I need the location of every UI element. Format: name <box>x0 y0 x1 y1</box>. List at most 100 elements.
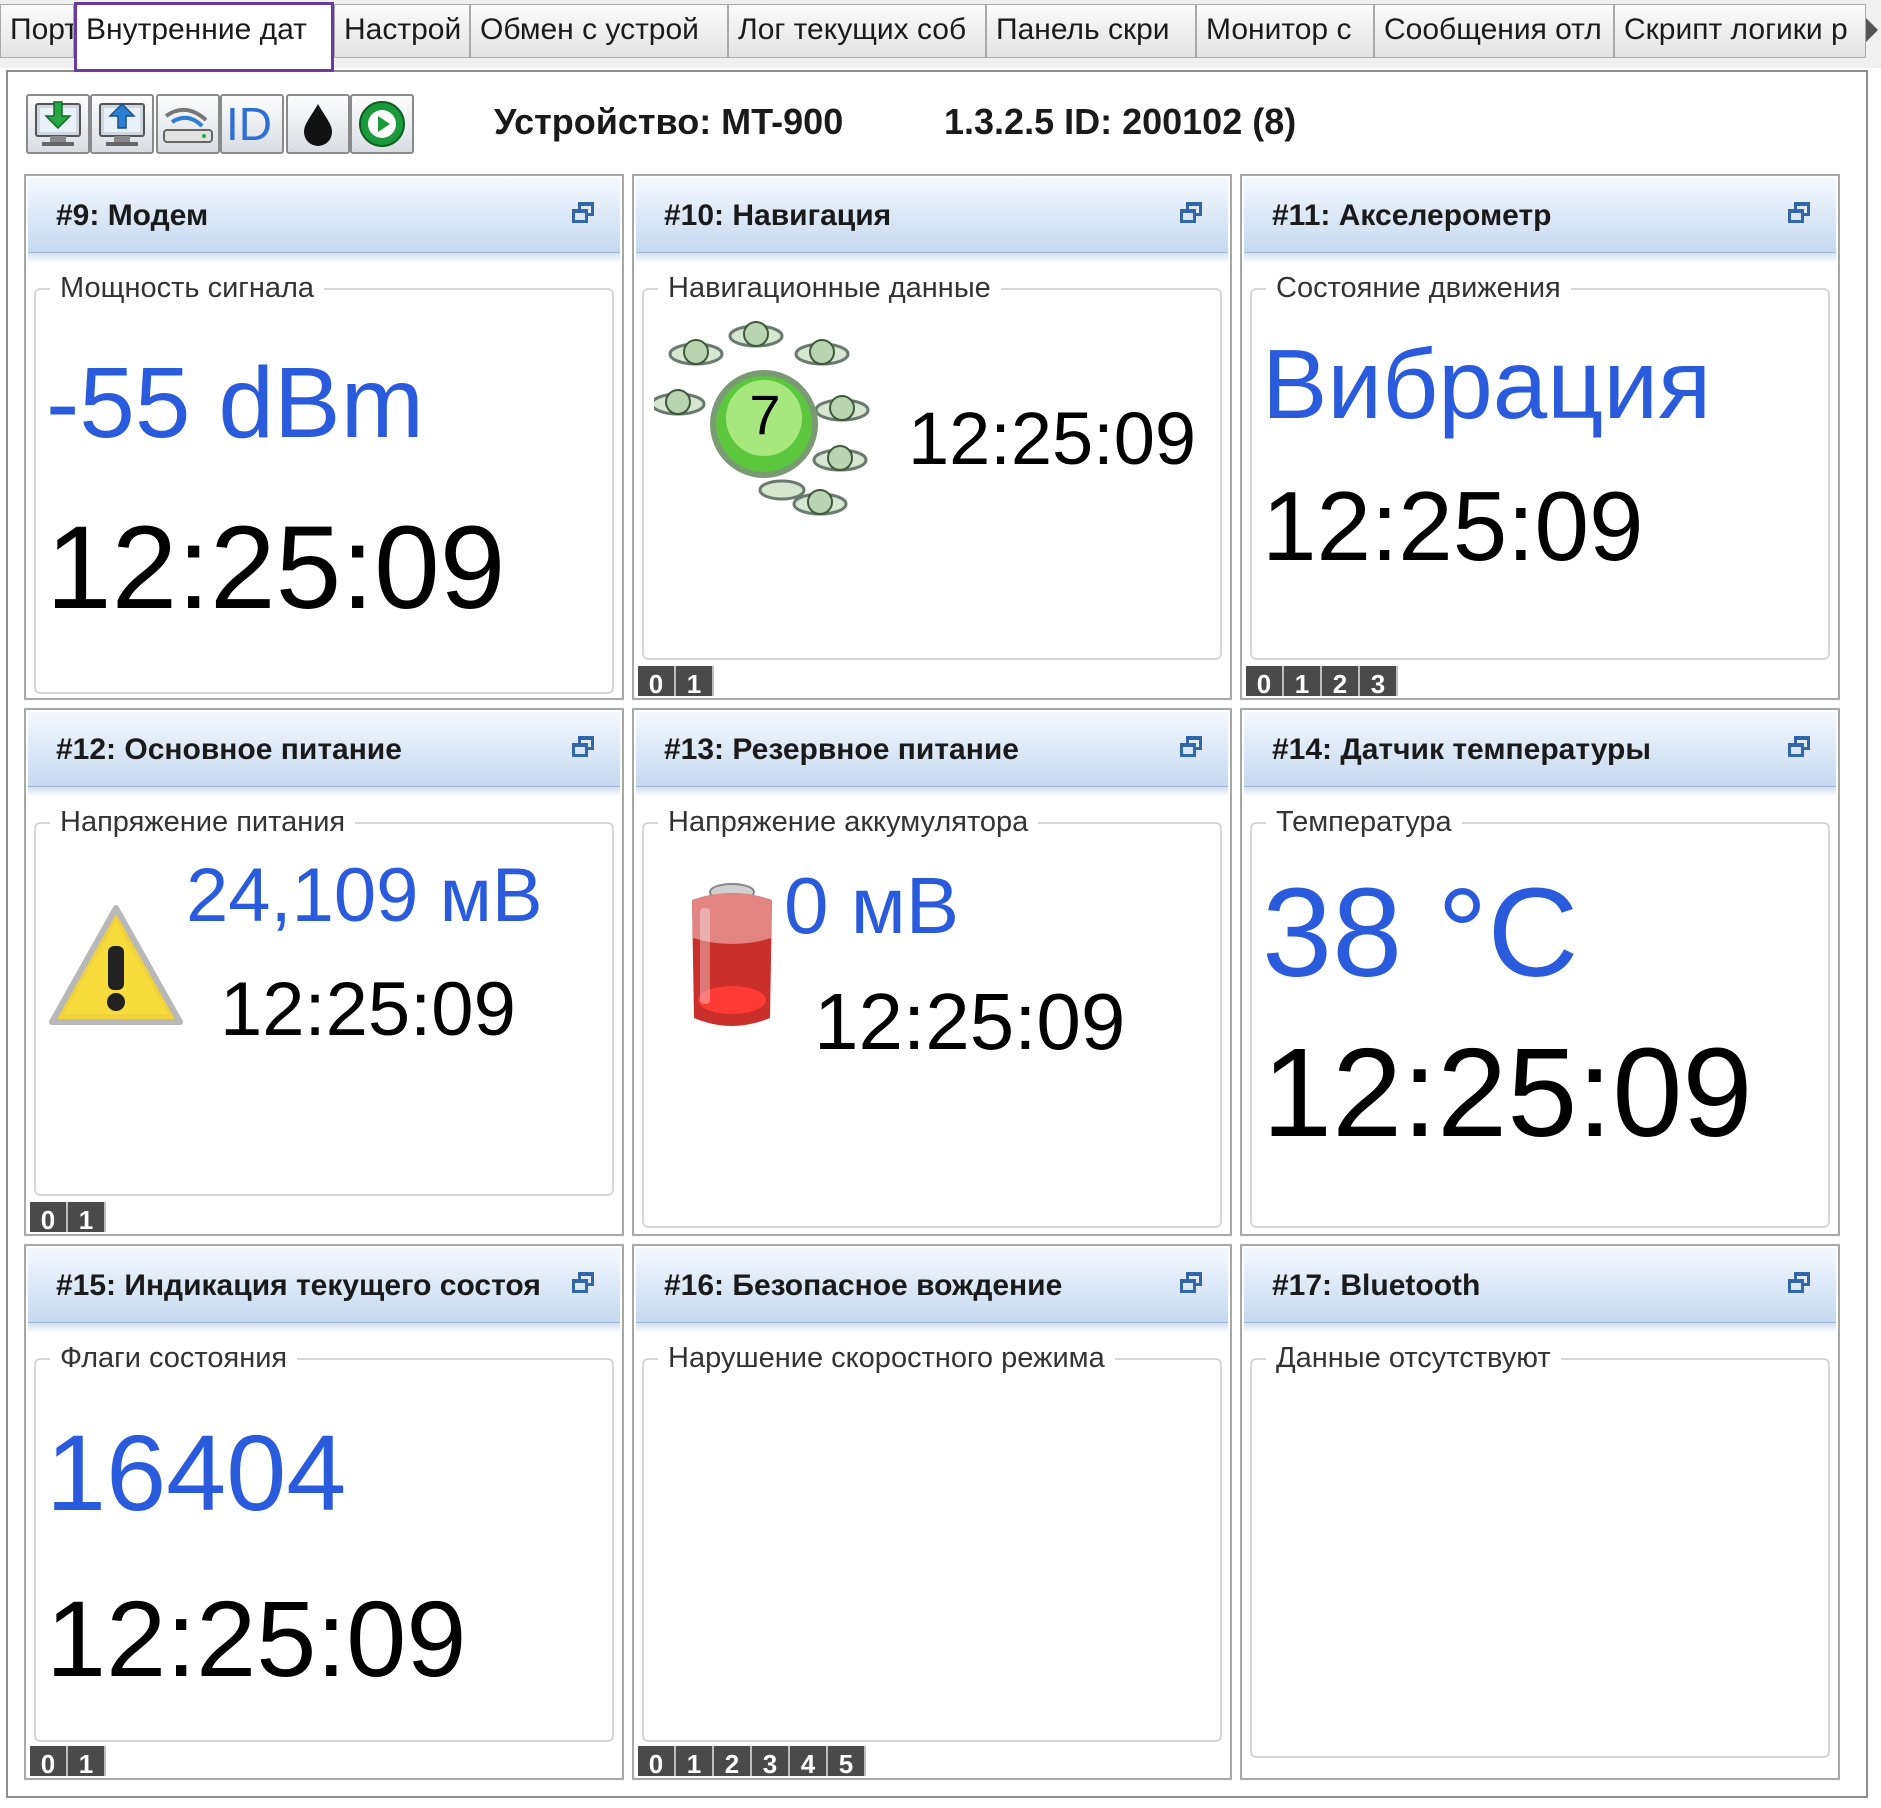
widget-header: #9: Модем <box>28 178 620 253</box>
upload-button[interactable] <box>90 94 154 154</box>
widget-state-indication: #15: Индикация текущего состоя Флаги сос… <box>24 1244 624 1780</box>
page-0[interactable]: 0 <box>638 1746 676 1776</box>
warning-icon <box>49 905 183 1025</box>
page-0[interactable]: 0 <box>1246 666 1284 696</box>
tab-event-log[interactable]: Лог текущих соб <box>728 4 986 58</box>
play-icon <box>359 101 405 147</box>
tab-script-panel[interactable]: Панель скри <box>986 4 1196 58</box>
update-time: 12:25:09 <box>220 967 516 1052</box>
signal-value: -55 dBm <box>46 347 424 459</box>
page-selector: 0 1 <box>30 1746 106 1776</box>
tab-debug-messages[interactable]: Сообщения отл <box>1374 4 1614 58</box>
widget-header: #13: Резервное питание <box>636 712 1228 787</box>
upload-icon <box>99 102 145 146</box>
widget-header: #17: Bluetooth <box>1244 1248 1836 1323</box>
page-3[interactable]: 3 <box>1360 666 1398 696</box>
satellite-count: 7 <box>749 383 781 446</box>
connection-icon <box>163 108 213 143</box>
tab-monitor[interactable]: Монитор с <box>1196 4 1374 58</box>
tab-logic-script[interactable]: Скрипт логики р <box>1614 4 1866 58</box>
widget-header: #11: Акселерометр <box>1244 178 1836 253</box>
page-2[interactable]: 2 <box>1322 666 1360 696</box>
widget-title: #12: Основное питание <box>56 733 402 766</box>
restore-icon[interactable] <box>1788 202 1812 224</box>
update-time: 12:25:09 <box>46 502 506 634</box>
widget-title: #9: Модем <box>56 199 209 232</box>
drop-icon <box>304 104 332 146</box>
update-time: 12:25:09 <box>46 1578 467 1699</box>
widget-main-power: #12: Основное питание Напряжение питания… <box>24 708 624 1236</box>
page-1[interactable]: 1 <box>68 1746 106 1776</box>
widget-backup-power: #13: Резервное питание Напряжение аккуму… <box>632 708 1232 1236</box>
restore-icon[interactable] <box>1788 736 1812 758</box>
drop-button[interactable] <box>286 94 350 154</box>
restore-icon[interactable] <box>1180 202 1204 224</box>
widget-modem: #9: Модем Мощность сигнала -55 dBm 12:25… <box>24 174 624 700</box>
no-data-group: Данные отсутствуют <box>1250 1338 1830 1758</box>
supply-voltage-value: 24,109 мВ <box>186 853 543 938</box>
battery-icon <box>692 883 772 1026</box>
run-button[interactable] <box>350 94 414 154</box>
restore-icon[interactable] <box>1180 736 1204 758</box>
page-1[interactable]: 1 <box>68 1202 106 1232</box>
widget-title: #14: Датчик температуры <box>1272 733 1651 766</box>
page-5[interactable]: 5 <box>828 1746 866 1776</box>
widget-header: #14: Датчик температуры <box>1244 712 1836 787</box>
page-2[interactable]: 2 <box>714 1746 752 1776</box>
restore-icon[interactable] <box>1180 1272 1204 1294</box>
signal-strength-group: Мощность сигнала -55 dBm 12:25:09 <box>34 268 614 694</box>
widget-title: #10: Навигация <box>664 199 892 232</box>
battery-voltage-value: 0 мВ <box>784 861 960 950</box>
battery-voltage-group: Напряжение аккумулятора 0 мВ 12:25:09 <box>642 802 1222 1228</box>
widget-title: #15: Индикация текущего состоя <box>56 1269 541 1302</box>
internal-data-panel: ID Устройство: MT-900 1.3.2.5 ID: 200102… <box>6 70 1868 1798</box>
page-3[interactable]: 3 <box>752 1746 790 1776</box>
tab-bar: Порт Внутренние дат Настрой Обмен с устр… <box>0 0 1881 72</box>
download-button[interactable] <box>26 94 90 154</box>
page-0[interactable]: 0 <box>638 666 676 696</box>
widget-header: #10: Навигация <box>636 178 1228 253</box>
page-selector: 0 1 2 3 4 5 <box>638 1746 866 1776</box>
firmware-version: 1.3.2.5 ID: 200102 (8) <box>944 101 1297 142</box>
tab-device-exchange[interactable]: Обмен с устрой <box>470 4 728 58</box>
page-selector: 0 1 2 3 <box>1246 666 1398 696</box>
temperature-value: 38 °C <box>1262 862 1579 1003</box>
page-1[interactable]: 1 <box>1284 666 1322 696</box>
widget-bluetooth: #17: Bluetooth Данные отсутствуют <box>1240 1244 1840 1780</box>
restore-icon[interactable] <box>1788 1272 1812 1294</box>
widget-title: #16: Безопасное вождение <box>664 1269 1063 1302</box>
restore-icon[interactable] <box>572 202 596 224</box>
widget-safe-driving: #16: Безопасное вождение Нарушение скоро… <box>632 1244 1232 1780</box>
id-button[interactable]: ID <box>220 94 284 154</box>
motion-state-group: Состояние движения Вибрация 12:25:09 <box>1250 268 1830 660</box>
widget-title: #11: Акселерометр <box>1272 199 1552 232</box>
restore-icon[interactable] <box>572 1272 596 1294</box>
tab-settings[interactable]: Настрой <box>334 4 470 58</box>
group-label: Напряжение питания <box>50 802 356 842</box>
speed-violation-group: Нарушение скоростного режима <box>642 1338 1222 1742</box>
connection-button[interactable] <box>156 94 220 154</box>
restore-icon[interactable] <box>572 736 596 758</box>
tab-internal-data[interactable]: Внутренние дат <box>74 2 334 72</box>
page-1[interactable]: 1 <box>676 666 714 696</box>
tab-port[interactable]: Порт <box>0 4 74 58</box>
update-time: 12:25:09 <box>814 977 1126 1066</box>
page-4[interactable]: 4 <box>790 1746 828 1776</box>
widget-header: #16: Безопасное вождение <box>636 1248 1228 1323</box>
update-time: 12:25:09 <box>1262 1022 1753 1163</box>
group-label: Данные отсутствуют <box>1266 1338 1561 1378</box>
navigation-group: Навигационные данные 7 12:25:09 <box>642 268 1222 660</box>
page-0[interactable]: 0 <box>30 1202 68 1232</box>
download-icon <box>35 101 81 146</box>
page-1[interactable]: 1 <box>676 1746 714 1776</box>
supply-voltage-group: Напряжение питания 24,109 мВ 12:25:09 <box>34 802 614 1196</box>
group-label: Навигационные данные <box>658 268 1001 308</box>
widget-navigation: #10: Навигация Навигационные данные 7 12… <box>632 174 1232 700</box>
widget-title: #13: Резервное питание <box>664 733 1019 766</box>
widget-header: #15: Индикация текущего состоя <box>28 1248 620 1323</box>
page-0[interactable]: 0 <box>30 1746 68 1776</box>
device-name: Устройство: MT-900 <box>494 101 844 142</box>
id-icon: ID <box>226 98 272 150</box>
page-selector: 0 1 <box>30 1202 106 1232</box>
tab-scroll-right-icon[interactable] <box>1866 18 1878 42</box>
